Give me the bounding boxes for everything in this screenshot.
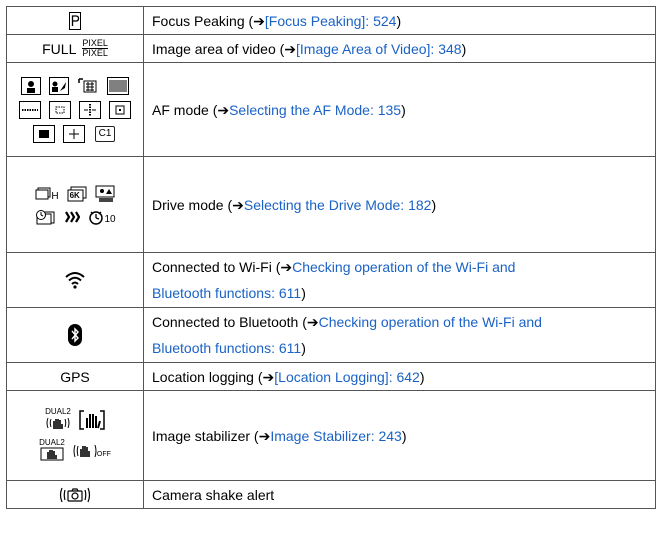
- icon-cell: DUAL2 DUAL2 OFF: [6, 390, 144, 481]
- pixel-fraction: PIXEL PIXEL: [82, 39, 108, 58]
- description-text: Image stabilizer (: [152, 427, 259, 444]
- bluetooth-icon: [68, 324, 82, 346]
- icon-cell: GPS: [6, 362, 144, 391]
- description-text: Image area of video (: [152, 40, 285, 57]
- arrow-glyph: ➔: [258, 427, 271, 444]
- description-text: Drive mode (: [152, 196, 233, 213]
- af-tracking-icon: [78, 77, 97, 92]
- description-close: ): [396, 12, 402, 29]
- af-zone-horizontal-icon: [19, 100, 41, 119]
- description-text: Connected to Wi-Fi (: [152, 259, 281, 275]
- description-close: ): [431, 196, 437, 213]
- self-timer-10-icon: 10: [88, 209, 116, 225]
- table-row: Connected to Wi-Fi (➔Checking operation …: [6, 252, 656, 308]
- table-row: Camera shake alert: [6, 480, 656, 509]
- arrow-glyph: ➔: [232, 196, 244, 213]
- description-cell: AF mode (➔Selecting the AF Mode: 135): [143, 62, 656, 157]
- af-225-area-icon: [107, 76, 129, 95]
- description-text: AF mode (: [152, 101, 218, 118]
- description-cell: Location logging (➔[Location Logging]: 6…: [143, 362, 656, 391]
- description-cell: Focus Peaking (➔[Focus Peaking]: 524): [143, 6, 656, 35]
- description-cell: Image area of video (➔[Image Area of Vid…: [143, 34, 656, 63]
- focus-peaking-link[interactable]: [Focus Peaking]: 524: [265, 13, 397, 29]
- table-row: H 6K 10 Drive mode (➔Selecting the Drive…: [6, 156, 656, 253]
- table-row: C1 AF mode (➔Selecting the AF Mode: 135): [6, 62, 656, 157]
- full-label: FULL: [42, 40, 77, 57]
- description-close: ): [401, 427, 407, 444]
- description-text: Camera shake alert: [152, 486, 275, 503]
- camera-shake-alert-icon: [59, 487, 91, 502]
- stabilizer-on-icon: [79, 410, 105, 430]
- description-close: ): [301, 340, 306, 356]
- af-zone-square-icon: [49, 100, 71, 119]
- af-animal-icon: [49, 76, 69, 95]
- icon-cell: FULL PIXEL PIXEL: [6, 34, 144, 63]
- full-pixel-icon: FULL PIXEL PIXEL: [42, 39, 108, 58]
- table-row: FULL PIXEL PIXEL Image area of video (➔[…: [6, 34, 656, 63]
- description-text: Location logging (: [152, 368, 263, 385]
- description-cell: Image stabilizer (➔Image Stabilizer: 243…: [143, 390, 656, 481]
- self-timer-burst-icon: [36, 209, 55, 224]
- focus-peaking-p-icon: [69, 11, 81, 30]
- description-text: Focus Peaking (: [152, 12, 254, 29]
- dual2-stabilizer-alt-icon: DUAL2: [39, 438, 65, 464]
- arrow-glyph: ➔: [284, 40, 297, 57]
- description-text: Connected to Bluetooth (: [152, 314, 307, 330]
- description-cell: Connected to Wi-Fi (➔Checking operation …: [143, 252, 656, 308]
- af-pinpoint-icon: [62, 124, 85, 143]
- image-area-link[interactable]: [Image Area of Video]: 348: [296, 41, 462, 57]
- table-row: DUAL2 DUAL2 OFF Image stabilizer (➔Image…: [6, 390, 656, 481]
- af-1-area-plus-icon: [109, 100, 131, 119]
- arrow-glyph: ➔: [262, 368, 275, 385]
- af-1-area-icon: [32, 124, 55, 143]
- table-row: Focus Peaking (➔[Focus Peaking]: 524): [6, 6, 656, 35]
- wifi-check-link-cont[interactable]: Bluetooth functions: 611: [152, 285, 301, 301]
- table-row: Connected to Bluetooth (➔Checking operat…: [6, 307, 656, 363]
- description-cell: Connected to Bluetooth (➔Checking operat…: [143, 307, 656, 363]
- icon-cell: [6, 252, 144, 308]
- location-logging-link[interactable]: [Location Logging]: 642: [274, 369, 420, 385]
- arrow-glyph: ➔: [217, 101, 230, 118]
- wifi-check-link[interactable]: Checking operation of the Wi-Fi and: [292, 259, 515, 275]
- description-cell: Camera shake alert: [143, 480, 656, 509]
- af-custom-c1-icon: C1: [94, 125, 116, 142]
- af-mode-link[interactable]: Selecting the AF Mode: 135: [229, 102, 401, 118]
- icon-cell: [6, 307, 144, 363]
- description-close: ): [401, 101, 406, 118]
- description-close: ): [461, 40, 467, 57]
- gps-icon: GPS: [60, 368, 90, 385]
- icon-cell: C1: [6, 62, 144, 157]
- icon-cell: [6, 6, 144, 35]
- arrow-glyph: ➔: [306, 314, 319, 330]
- description-close: ): [301, 285, 306, 301]
- table-row: GPS Location logging (➔[Location Logging…: [6, 362, 656, 391]
- pixel-bottom: PIXEL: [82, 48, 108, 58]
- wifi-icon: [65, 272, 85, 289]
- drive-mode-link[interactable]: Selecting the Drive Mode: 182: [244, 197, 432, 213]
- bluetooth-check-link-cont[interactable]: Bluetooth functions: 611: [152, 340, 301, 356]
- arrow-glyph: ➔: [280, 259, 293, 275]
- image-stabilizer-link[interactable]: Image Stabilizer: 243: [270, 428, 402, 444]
- post-focus-icon: [95, 185, 115, 202]
- burst-h-icon: H: [35, 187, 59, 201]
- bluetooth-check-link[interactable]: Checking operation of the Wi-Fi and: [319, 314, 542, 330]
- af-face-eye-icon: [21, 76, 41, 95]
- icon-cell: [6, 480, 144, 509]
- 6k-photo-icon: 6K: [67, 186, 87, 202]
- stabilizer-off-icon: OFF: [73, 443, 111, 459]
- arrow-glyph: ➔: [253, 12, 265, 29]
- icon-cell: H 6K 10: [6, 156, 144, 253]
- interval-shooting-icon: [65, 210, 81, 223]
- af-zone-vertical-icon: [79, 100, 101, 119]
- dual2-stabilizer-icon: DUAL2: [45, 407, 71, 433]
- description-close: ): [419, 368, 425, 385]
- description-cell: Drive mode (➔Selecting the Drive Mode: 1…: [143, 156, 656, 253]
- icon-description-table: Focus Peaking (➔[Focus Peaking]: 524) FU…: [6, 6, 656, 509]
